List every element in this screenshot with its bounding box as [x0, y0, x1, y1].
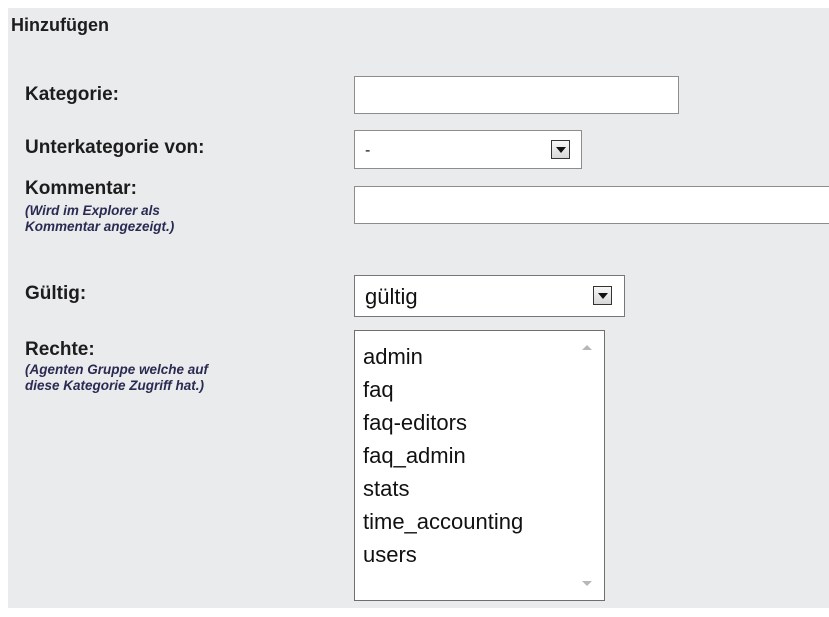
- valid-label: Gültig:: [25, 283, 87, 304]
- chevron-down-icon[interactable]: [551, 140, 570, 159]
- valid-select[interactable]: gültig: [354, 275, 625, 317]
- category-label: Kategorie:: [25, 84, 119, 105]
- list-item[interactable]: time_accounting: [363, 505, 523, 538]
- scroll-down-arrow-icon[interactable]: [582, 581, 592, 586]
- rights-hint-line1: (Agenten Gruppe welche auf: [25, 362, 209, 377]
- chevron-down-icon[interactable]: [593, 286, 612, 305]
- comment-hint-line2: Kommentar angezeigt.): [25, 219, 175, 234]
- rights-hint: (Agenten Gruppe welche auf diese Kategor…: [25, 362, 208, 394]
- category-input[interactable]: [354, 76, 679, 114]
- list-item[interactable]: stats: [363, 472, 523, 505]
- list-item[interactable]: users: [363, 538, 523, 571]
- subcategory-label: Unterkategorie von:: [25, 137, 205, 158]
- rights-listbox[interactable]: admin faq faq-editors faq_admin stats ti…: [354, 330, 605, 601]
- comment-label: Kommentar:: [25, 178, 137, 199]
- subcategory-select[interactable]: -: [354, 130, 582, 169]
- rights-label: Rechte:: [25, 339, 95, 360]
- valid-selected-value: gültig: [365, 284, 418, 309]
- list-item[interactable]: faq: [363, 373, 523, 406]
- list-item[interactable]: admin: [363, 340, 523, 373]
- scroll-up-arrow-icon[interactable]: [582, 345, 592, 350]
- listbox-scrollbar[interactable]: [572, 331, 604, 600]
- list-item[interactable]: faq_admin: [363, 439, 523, 472]
- section-title: Hinzufügen: [11, 15, 109, 35]
- subcategory-selected-value: -: [365, 142, 371, 159]
- comment-hint: (Wird im Explorer als Kommentar angezeig…: [25, 203, 174, 235]
- comment-input[interactable]: [354, 186, 829, 224]
- rights-hint-line2: diese Kategorie Zugriff hat.): [25, 378, 205, 393]
- list-item[interactable]: faq-editors: [363, 406, 523, 439]
- rights-options: admin faq faq-editors faq_admin stats ti…: [363, 340, 523, 571]
- comment-hint-line1: (Wird im Explorer als: [25, 203, 160, 218]
